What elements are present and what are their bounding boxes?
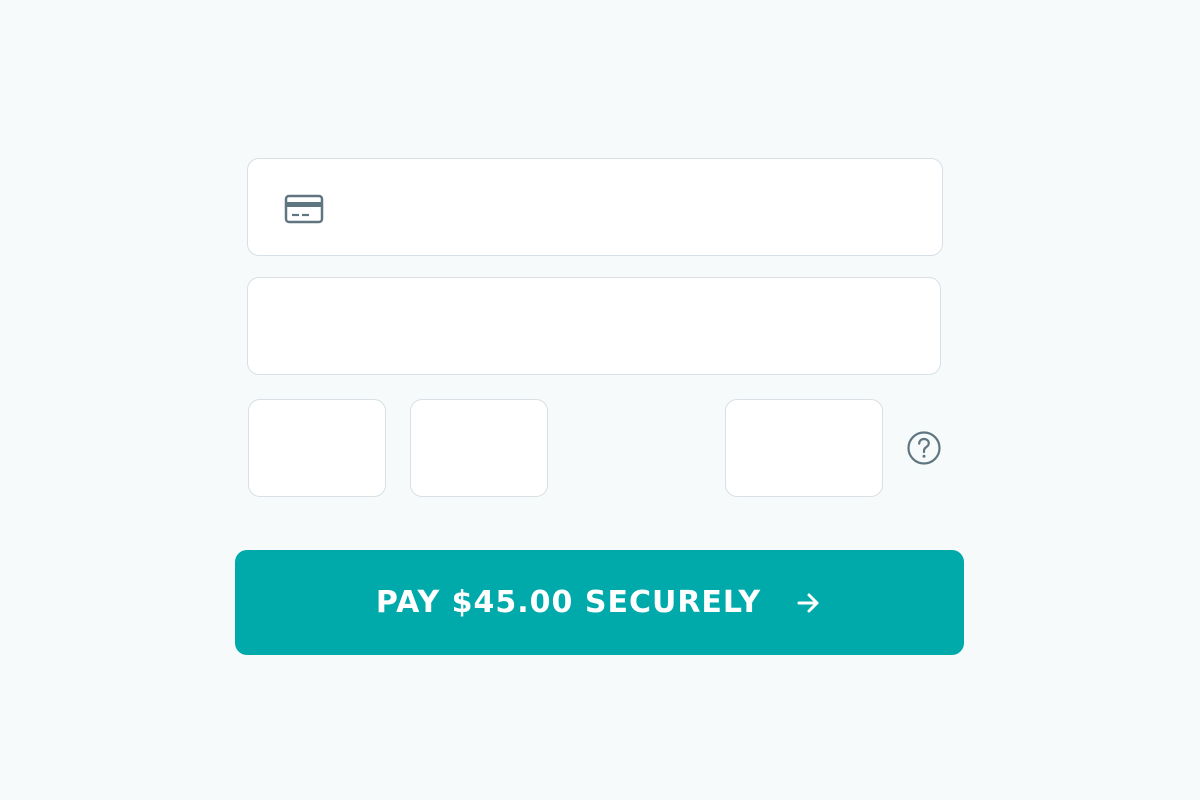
cardholder-name-field[interactable] [247,277,941,375]
cardholder-name-input[interactable] [248,278,940,374]
credit-card-icon [284,194,324,224]
pay-button[interactable]: PAY $45.00 SECURELY [235,550,964,655]
card-number-field[interactable] [247,158,943,256]
question-circle-icon[interactable] [905,429,943,467]
arrow-right-icon [797,593,819,612]
expiry-month-input[interactable] [249,400,385,496]
expiry-year-field[interactable] [410,399,548,497]
cvc-input[interactable] [726,400,882,496]
pay-button-label: PAY $45.00 SECURELY [375,585,762,620]
cvc-field[interactable] [725,399,883,497]
expiry-year-input[interactable] [411,400,547,496]
expiry-month-field[interactable] [248,399,386,497]
card-number-input[interactable] [248,159,942,255]
